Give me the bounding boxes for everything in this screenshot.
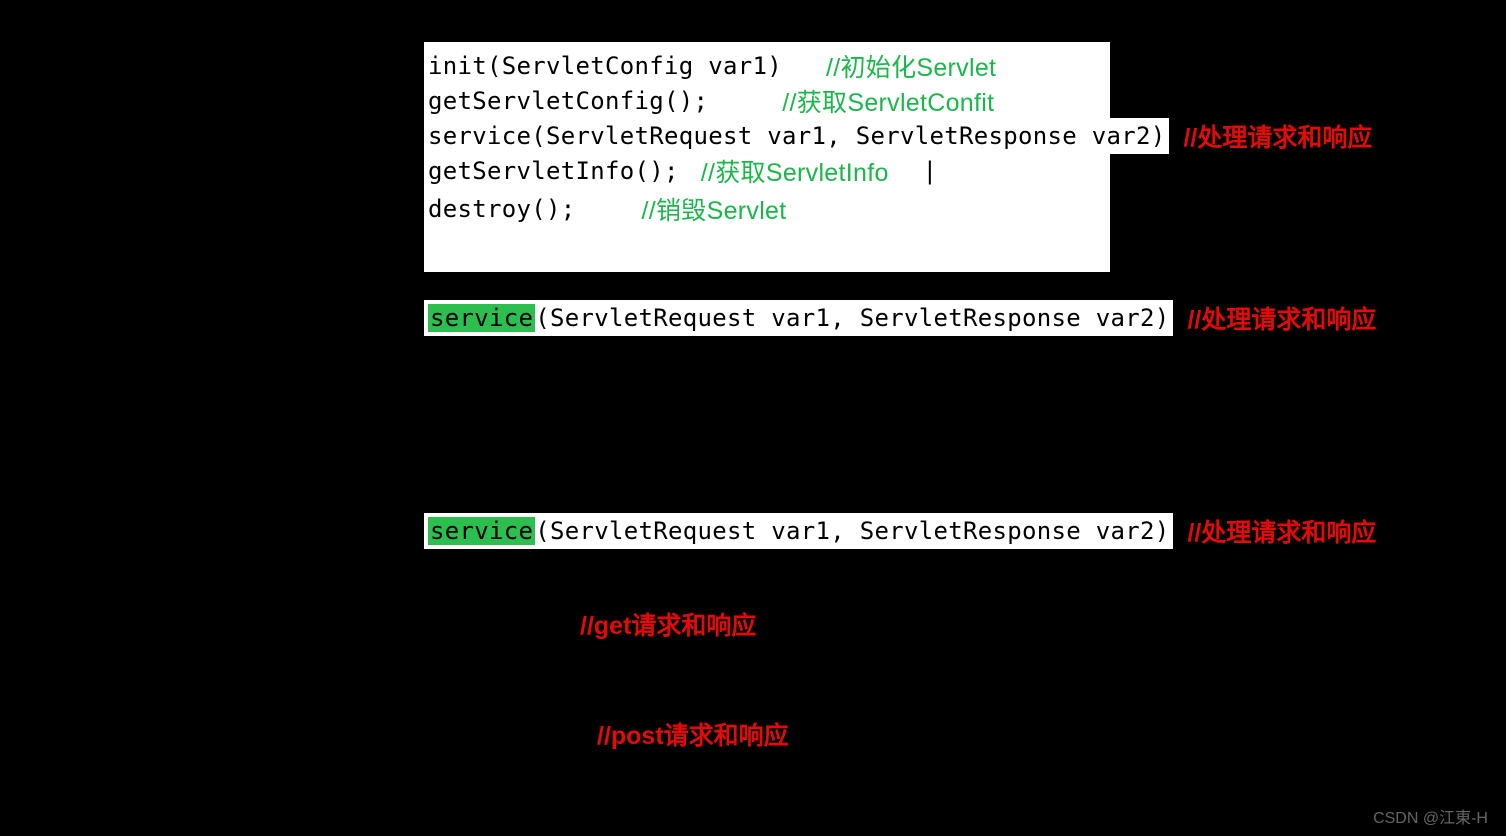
code-getinfo-post: |	[919, 153, 942, 189]
ann-destroy: //销毁Servlet	[642, 191, 787, 227]
row-service-hi-1: service(ServletRequest var1, ServletResp…	[424, 300, 1376, 336]
code-destroy: destroy();	[424, 191, 636, 227]
ann-getinfo: //获取ServletInfo	[701, 153, 889, 189]
code-getconfig: getServletConfig();	[424, 83, 712, 119]
code-service-1: service(ServletRequest var1, ServletResp…	[424, 118, 1169, 154]
code-service-hi-1: service(ServletRequest var1, ServletResp…	[424, 300, 1173, 336]
code-service-hi-2: service(ServletRequest var1, ServletResp…	[424, 513, 1173, 549]
code-service-rest-2: (ServletRequest var1, ServletResponse va…	[535, 517, 1169, 545]
row-getconfig: getServletConfig(); //获取ServletConfit	[424, 83, 994, 119]
ann-init: //初始化Servlet	[826, 48, 996, 84]
row-destroy: destroy(); //销毁Servlet	[424, 191, 787, 227]
highlight-service-1: service	[428, 304, 535, 332]
ann-service-hi-1: //处理请求和响应	[1187, 300, 1376, 336]
ann-getconfig: //获取ServletConfit	[782, 83, 994, 119]
row-get: //get请求和响应	[580, 606, 756, 642]
row-service-hi-2: service(ServletRequest var1, ServletResp…	[424, 513, 1376, 549]
row-getinfo: getServletInfo(); //获取ServletInfo |	[424, 153, 941, 189]
row-init: init(ServletConfig var1) //初始化Servlet	[424, 48, 996, 84]
row-post: //post请求和响应	[597, 716, 789, 752]
ann-post: //post请求和响应	[597, 716, 789, 752]
ann-get: //get请求和响应	[580, 606, 756, 642]
ann-service-hi-2: //处理请求和响应	[1187, 513, 1376, 549]
ann-service-1: //处理请求和响应	[1183, 118, 1372, 154]
code-service-rest-1: (ServletRequest var1, ServletResponse va…	[535, 304, 1169, 332]
watermark: CSDN @江東-H	[1373, 804, 1488, 828]
row-service-1: service(ServletRequest var1, ServletResp…	[424, 118, 1372, 154]
highlight-service-2: service	[428, 517, 535, 545]
code-init: init(ServletConfig var1)	[424, 48, 786, 84]
code-getinfo-pre: getServletInfo();	[424, 153, 683, 189]
